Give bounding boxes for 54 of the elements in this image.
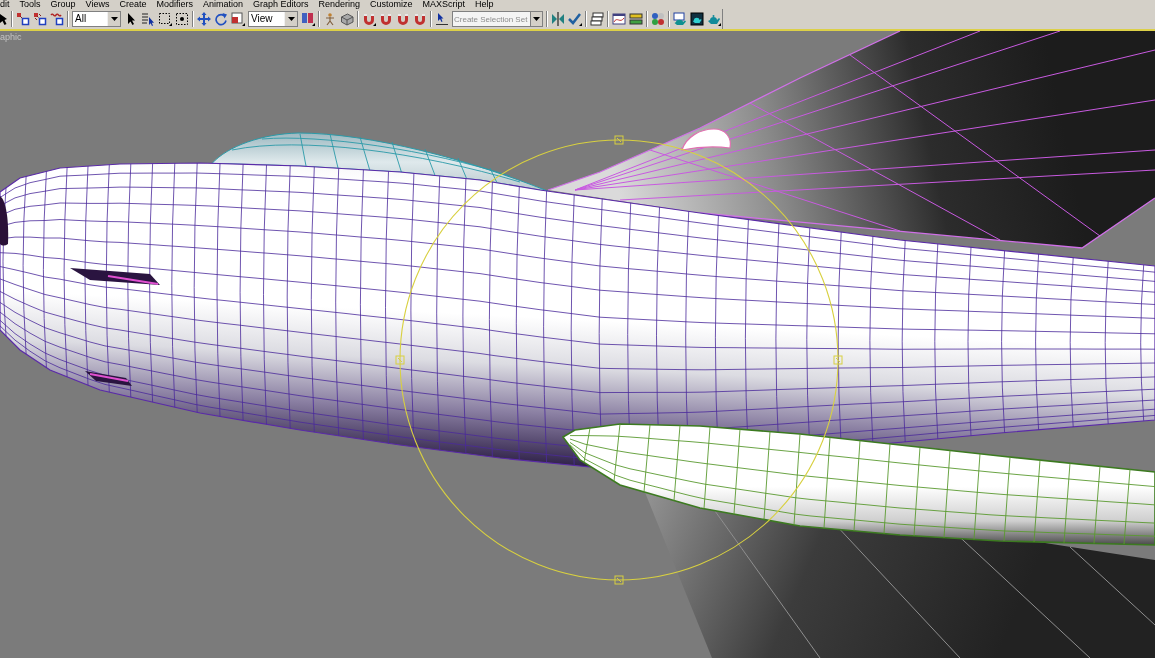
teapot-icon[interactable] (707, 12, 721, 26)
magnet-icon[interactable] (379, 12, 393, 26)
list-cursor-icon[interactable] (141, 12, 155, 26)
menu-item[interactable]: Views (85, 0, 110, 9)
magnet-icon[interactable] (362, 12, 376, 26)
dashed-rectangle-icon[interactable] (158, 12, 172, 26)
cube-icon[interactable] (340, 12, 354, 26)
caret-icon (110, 17, 118, 21)
gizmo-handle-icon[interactable] (395, 355, 405, 365)
teapot-window-icon[interactable] (673, 12, 687, 26)
gizmo-handle-icon[interactable] (833, 355, 843, 365)
arrow-icon[interactable] (0, 12, 8, 26)
menu-item[interactable]: Tools (19, 0, 41, 9)
linked-squares-icon[interactable] (16, 12, 30, 26)
menu-item[interactable]: Animation (202, 0, 243, 9)
selection-filter-dropdown[interactable]: All (72, 11, 121, 27)
magnet-icon[interactable] (413, 12, 427, 26)
scale-squares-icon[interactable] (231, 12, 245, 26)
gizmo-handle-icon[interactable] (614, 575, 624, 585)
teapot-screen-icon[interactable] (690, 12, 704, 26)
menu-item[interactable]: Rendering (318, 0, 361, 9)
caret-icon (533, 17, 540, 21)
mirror-icon[interactable] (551, 12, 565, 26)
curve-window-icon[interactable] (612, 12, 626, 26)
check-mark-icon[interactable] (568, 12, 582, 26)
menu-item[interactable]: dit (0, 0, 10, 9)
twin-bars-icon[interactable] (301, 12, 315, 26)
move-arrows-icon[interactable] (197, 12, 211, 26)
unlinked-squares-icon[interactable] (33, 12, 47, 26)
stacked-bars-icon[interactable] (629, 12, 643, 26)
fin-tip (681, 128, 731, 151)
selection-set-field[interactable]: Create Selection Set (452, 11, 531, 27)
gizmo-handle-icon[interactable] (614, 135, 624, 145)
menu-item[interactable]: Create (119, 0, 147, 9)
caret-icon (287, 17, 295, 21)
spheres-icon[interactable] (651, 12, 665, 26)
menu-item[interactable]: Help (475, 0, 494, 9)
stick-figure-icon[interactable] (323, 12, 337, 26)
air-intake (85, 371, 132, 386)
menu-item[interactable]: Modifiers (156, 0, 193, 9)
dropdown-button[interactable] (531, 11, 543, 27)
nose-intake (0, 196, 9, 246)
squiggle-square-icon[interactable] (50, 12, 64, 26)
gizmo-circle[interactable] (399, 139, 839, 581)
menu-item[interactable]: Group (50, 0, 76, 9)
menu-item[interactable]: MAXScript (422, 0, 466, 9)
coordinate-system-dropdown[interactable]: View (248, 11, 298, 27)
viewport-label: aphic (0, 32, 22, 42)
layers-icon[interactable] (590, 12, 604, 26)
magnet-icon[interactable] (396, 12, 410, 26)
rotate-icon[interactable] (214, 12, 228, 26)
cursor-underline-icon[interactable] (435, 12, 449, 26)
menu-item[interactable]: Graph Editors (252, 0, 309, 9)
menu-item[interactable]: Customize (370, 0, 413, 9)
